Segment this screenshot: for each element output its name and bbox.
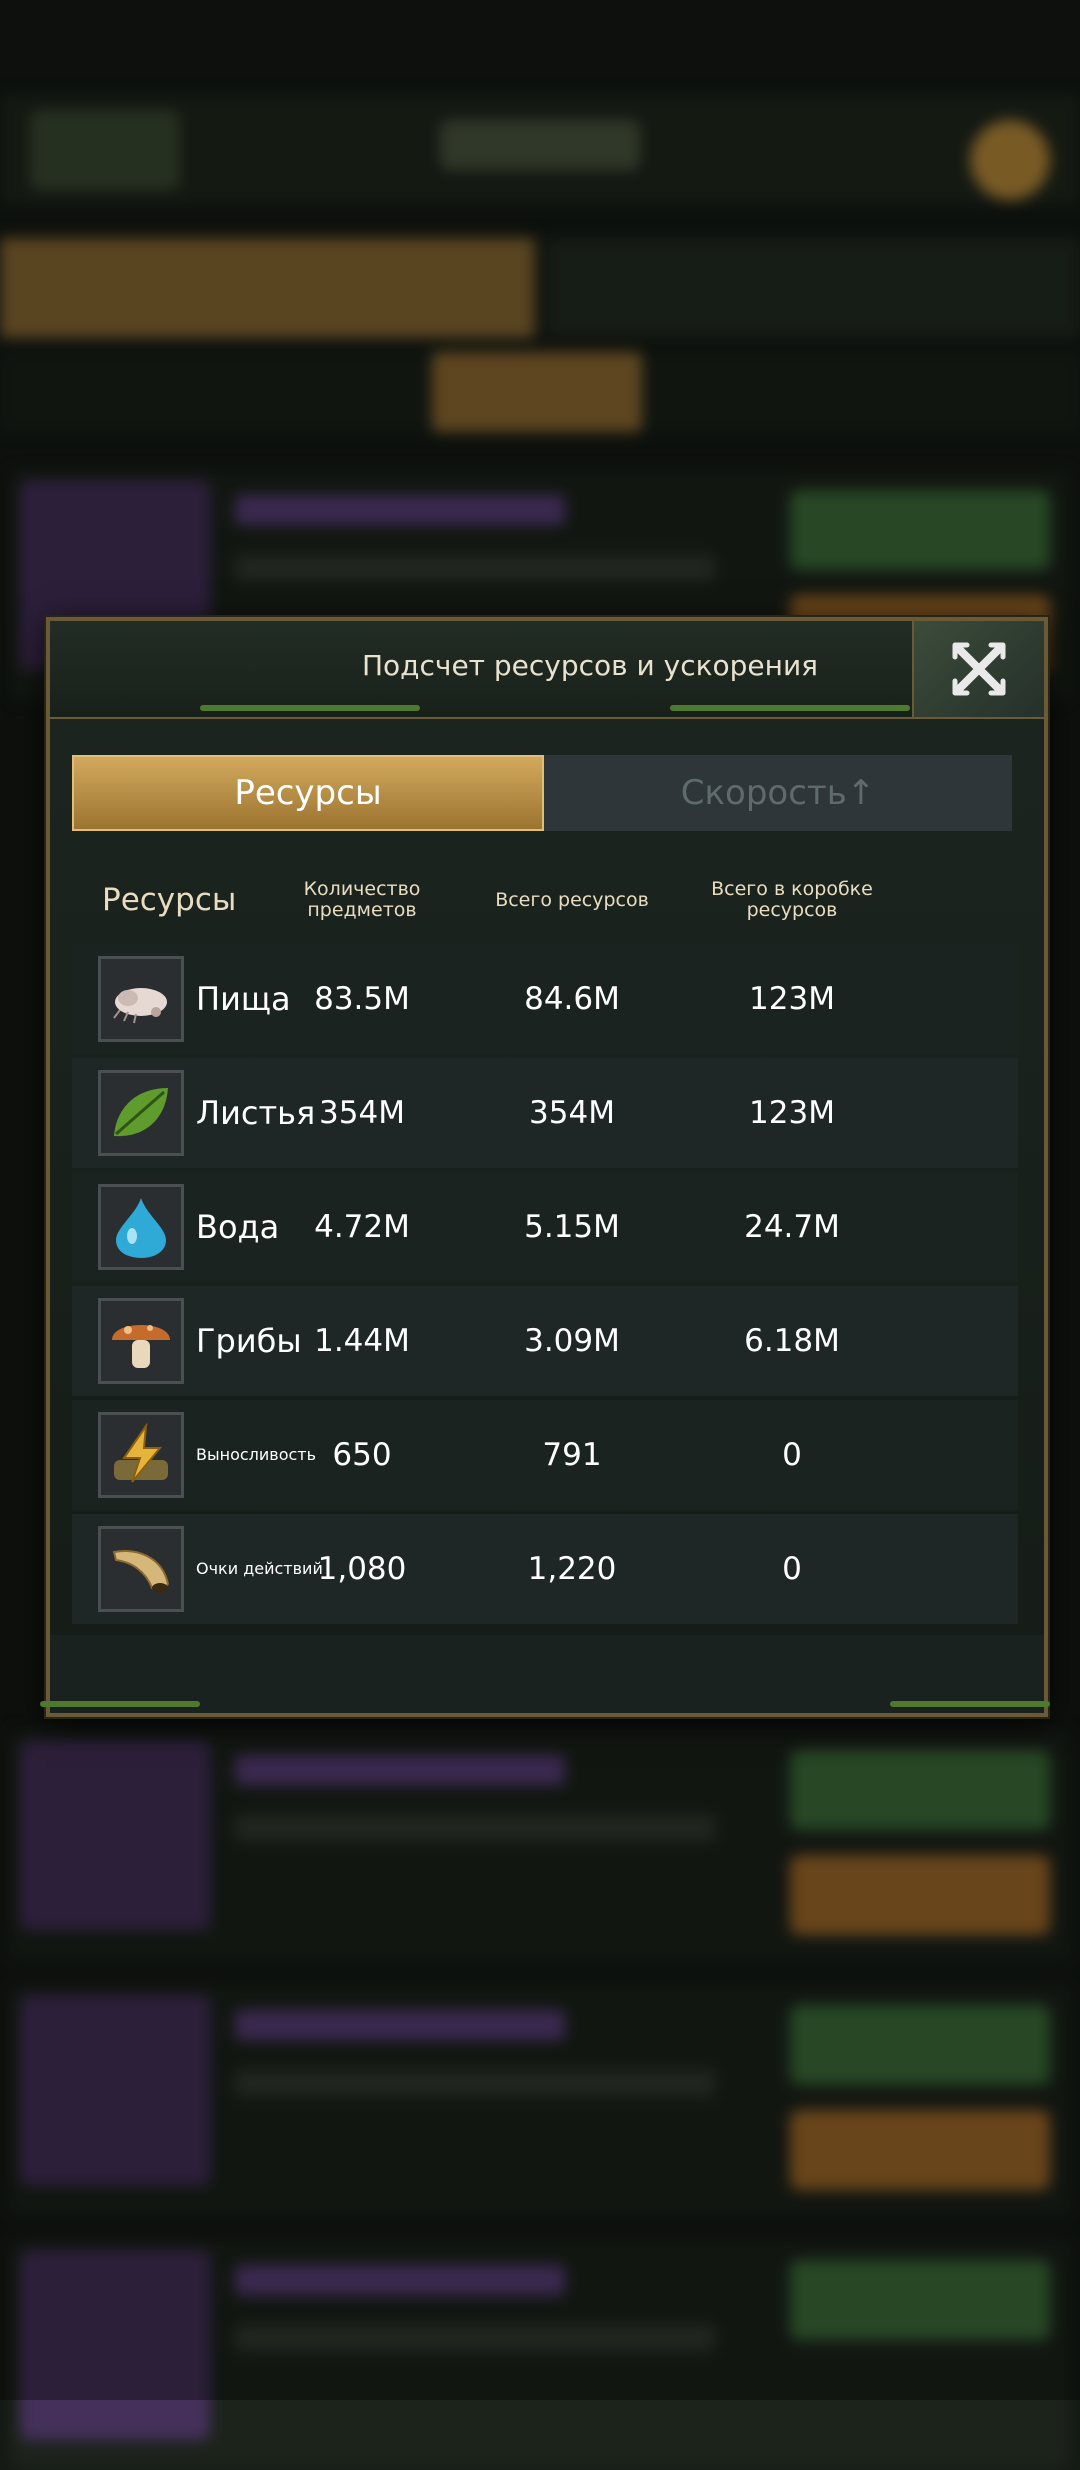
total-resources: 3.09M xyxy=(524,1323,620,1359)
table-row: Пища 83.5M 84.6M 123M xyxy=(72,944,1018,1054)
box-total: 123M xyxy=(749,1095,835,1131)
tab-resources[interactable]: Ресурсы xyxy=(72,755,544,831)
close-button[interactable] xyxy=(912,621,1044,717)
header-item-count: Количество предметов xyxy=(303,878,421,921)
total-resources: 84.6M xyxy=(524,981,620,1017)
box-total: 123M xyxy=(749,981,835,1017)
water-drop-icon xyxy=(98,1184,184,1270)
mushroom-icon xyxy=(98,1298,184,1384)
table-row: Грибы 1.44M 3.09M 6.18M xyxy=(72,1286,1018,1396)
vine-decoration xyxy=(200,705,420,711)
header-resources: Ресурсы xyxy=(102,882,237,918)
resource-name: Пища xyxy=(196,980,291,1018)
close-x-icon xyxy=(952,642,1006,696)
item-count: 4.72M xyxy=(314,1209,410,1245)
table-row: Листья 354M 354M 123M xyxy=(72,1058,1018,1168)
header-box-total: Всего в коробке ресурсов xyxy=(711,878,873,921)
table-header: Ресурсы Количество предметов Всего ресур… xyxy=(72,855,1012,945)
stamina-bolt-icon xyxy=(98,1412,184,1498)
table-row: Очки действий 1,080 1,220 0 xyxy=(72,1514,1018,1624)
item-count: 83.5M xyxy=(314,981,410,1017)
table-row: Выносливость 650 791 0 xyxy=(72,1400,1018,1510)
item-count: 1,080 xyxy=(317,1551,407,1587)
vine-decoration xyxy=(890,1701,1050,1707)
header-total-resources: Всего ресурсов xyxy=(495,888,649,911)
resource-table: Пища 83.5M 84.6M 123M Листья 354M 354M 1… xyxy=(72,944,1018,1628)
resource-count-modal: Подсчет ресурсов и ускорения Ресурсы Ско… xyxy=(40,617,1050,1717)
box-total: 0 xyxy=(782,1551,802,1587)
modal-footer xyxy=(40,1635,1050,1713)
vine-decoration xyxy=(40,1701,200,1707)
box-total: 6.18M xyxy=(744,1323,840,1359)
tab-switcher: Ресурсы Скорость↑ xyxy=(72,755,1012,831)
item-count: 354M xyxy=(319,1095,405,1131)
total-resources: 5.15M xyxy=(524,1209,620,1245)
tab-speed[interactable]: Скорость↑ xyxy=(544,755,1012,831)
item-count: 1.44M xyxy=(314,1323,410,1359)
item-count: 650 xyxy=(332,1437,392,1473)
resource-name: Вода xyxy=(196,1208,280,1246)
leaf-icon xyxy=(98,1070,184,1156)
box-total: 24.7M xyxy=(744,1209,840,1245)
modal-header: Подсчет ресурсов и ускорения xyxy=(50,621,1044,719)
horn-icon xyxy=(98,1526,184,1612)
table-row: Вода 4.72M 5.15M 24.7M xyxy=(72,1172,1018,1282)
total-resources: 1,220 xyxy=(527,1551,617,1587)
box-total: 0 xyxy=(782,1437,802,1473)
total-resources: 354M xyxy=(529,1095,615,1131)
modal-title: Подсчет ресурсов и ускорения xyxy=(361,649,819,682)
grub-food-icon xyxy=(98,956,184,1042)
vine-decoration xyxy=(670,705,910,711)
total-resources: 791 xyxy=(542,1437,602,1473)
